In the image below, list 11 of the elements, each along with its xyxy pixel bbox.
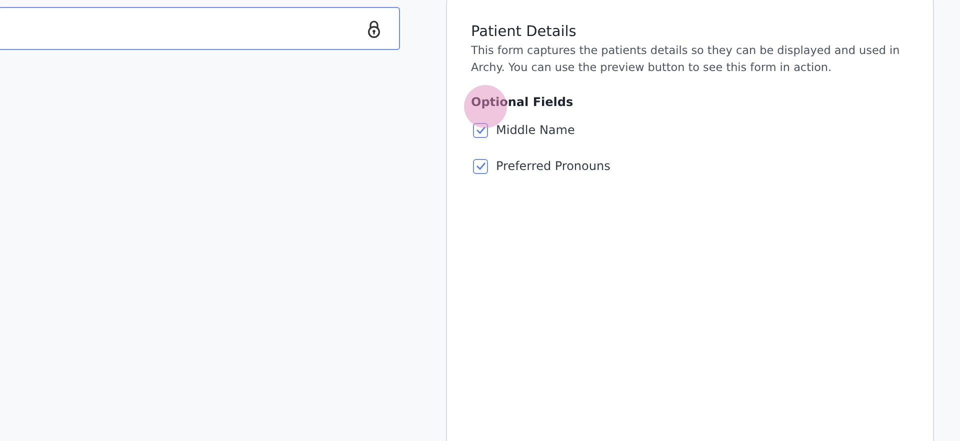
input-field[interactable] bbox=[0, 7, 400, 50]
checkbox[interactable] bbox=[473, 122, 488, 138]
padlock-icon bbox=[366, 18, 382, 38]
check-icon bbox=[476, 126, 486, 134]
check-icon bbox=[476, 162, 486, 170]
section-title: Optional Fields bbox=[471, 94, 574, 110]
checkbox-label: Middle Name bbox=[496, 123, 575, 137]
panel-title: Patient Details bbox=[471, 23, 578, 41]
panel-description: This form captures the patients details so they can be displayed and used in Archy. You can use the preview button to see this form in action. bbox=[471, 43, 901, 76]
checkbox[interactable] bbox=[473, 158, 488, 174]
checkbox-label: Preferred Pronouns bbox=[496, 159, 610, 173]
